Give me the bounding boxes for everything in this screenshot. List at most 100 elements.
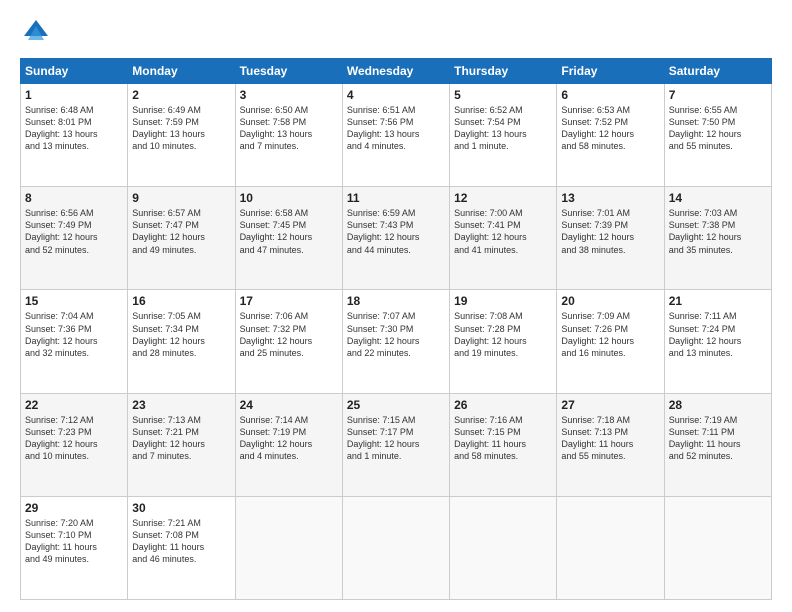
weekday-header-saturday: Saturday <box>664 59 771 84</box>
day-info: Sunrise: 7:03 AM Sunset: 7:38 PM Dayligh… <box>669 207 767 256</box>
day-cell: 11Sunrise: 6:59 AM Sunset: 7:43 PM Dayli… <box>342 187 449 290</box>
day-info: Sunrise: 6:48 AM Sunset: 8:01 PM Dayligh… <box>25 104 123 153</box>
day-info: Sunrise: 6:50 AM Sunset: 7:58 PM Dayligh… <box>240 104 338 153</box>
day-info: Sunrise: 7:18 AM Sunset: 7:13 PM Dayligh… <box>561 414 659 463</box>
day-cell <box>450 496 557 599</box>
week-row-5: 29 Sunrise: 7:20 AM Sunset: 7:10 PM Dayli… <box>21 496 772 599</box>
day-info: Sunrise: 7:08 AM Sunset: 7:28 PM Dayligh… <box>454 310 552 359</box>
day-cell: 24 Sunrise: 7:14 AM Sunset: 7:19 PM Dayli… <box>235 393 342 496</box>
day-cell: 19 Sunrise: 7:08 AM Sunset: 7:28 PM Dayli… <box>450 290 557 393</box>
day-number: 20 <box>561 294 659 308</box>
day-number: 27 <box>561 398 659 412</box>
day-number: 2 <box>132 88 230 102</box>
day-info: Sunrise: 7:07 AM Sunset: 7:30 PM Dayligh… <box>347 310 445 359</box>
logo-icon <box>20 16 52 48</box>
day-number: 29 <box>25 501 123 515</box>
day-info: Sunrise: 6:52 AM Sunset: 7:54 PM Dayligh… <box>454 104 552 153</box>
day-info: Sunrise: 7:15 AM Sunset: 7:17 PM Dayligh… <box>347 414 445 463</box>
day-info: Sunrise: 6:56 AM Sunset: 7:49 PM Dayligh… <box>25 207 123 256</box>
day-number: 14 <box>669 191 767 205</box>
day-cell: 4 Sunrise: 6:51 AM Sunset: 7:56 PM Daylig… <box>342 84 449 187</box>
day-info: Sunrise: 7:09 AM Sunset: 7:26 PM Dayligh… <box>561 310 659 359</box>
logo <box>20 16 58 48</box>
day-cell: 6 Sunrise: 6:53 AM Sunset: 7:52 PM Daylig… <box>557 84 664 187</box>
weekday-header-row: SundayMondayTuesdayWednesdayThursdayFrid… <box>21 59 772 84</box>
day-info: Sunrise: 6:58 AM Sunset: 7:45 PM Dayligh… <box>240 207 338 256</box>
day-cell: 18 Sunrise: 7:07 AM Sunset: 7:30 PM Dayli… <box>342 290 449 393</box>
day-cell: 21 Sunrise: 7:11 AM Sunset: 7:24 PM Dayli… <box>664 290 771 393</box>
day-number: 19 <box>454 294 552 308</box>
day-cell <box>664 496 771 599</box>
day-number: 5 <box>454 88 552 102</box>
day-cell <box>235 496 342 599</box>
day-info: Sunrise: 7:04 AM Sunset: 7:36 PM Dayligh… <box>25 310 123 359</box>
weekday-header-thursday: Thursday <box>450 59 557 84</box>
day-info: Sunrise: 6:55 AM Sunset: 7:50 PM Dayligh… <box>669 104 767 153</box>
day-info: Sunrise: 7:13 AM Sunset: 7:21 PM Dayligh… <box>132 414 230 463</box>
day-cell: 9 Sunrise: 6:57 AM Sunset: 7:47 PM Daylig… <box>128 187 235 290</box>
day-cell: 20 Sunrise: 7:09 AM Sunset: 7:26 PM Dayli… <box>557 290 664 393</box>
day-number: 6 <box>561 88 659 102</box>
day-number: 15 <box>25 294 123 308</box>
day-cell: 5 Sunrise: 6:52 AM Sunset: 7:54 PM Daylig… <box>450 84 557 187</box>
week-row-2: 8Sunrise: 6:56 AM Sunset: 7:49 PM Daylig… <box>21 187 772 290</box>
day-number: 10 <box>240 191 338 205</box>
day-number: 21 <box>669 294 767 308</box>
day-cell: 22 Sunrise: 7:12 AM Sunset: 7:23 PM Dayli… <box>21 393 128 496</box>
day-number: 30 <box>132 501 230 515</box>
day-cell: 23 Sunrise: 7:13 AM Sunset: 7:21 PM Dayli… <box>128 393 235 496</box>
day-info: Sunrise: 7:06 AM Sunset: 7:32 PM Dayligh… <box>240 310 338 359</box>
day-number: 3 <box>240 88 338 102</box>
day-info: Sunrise: 7:16 AM Sunset: 7:15 PM Dayligh… <box>454 414 552 463</box>
day-info: Sunrise: 7:00 AM Sunset: 7:41 PM Dayligh… <box>454 207 552 256</box>
day-cell: 8Sunrise: 6:56 AM Sunset: 7:49 PM Daylig… <box>21 187 128 290</box>
day-cell: 28Sunrise: 7:19 AM Sunset: 7:11 PM Dayli… <box>664 393 771 496</box>
weekday-header-tuesday: Tuesday <box>235 59 342 84</box>
day-number: 16 <box>132 294 230 308</box>
day-cell: 12 Sunrise: 7:00 AM Sunset: 7:41 PM Dayli… <box>450 187 557 290</box>
day-cell <box>557 496 664 599</box>
day-info: Sunrise: 6:53 AM Sunset: 7:52 PM Dayligh… <box>561 104 659 153</box>
day-info: Sunrise: 7:12 AM Sunset: 7:23 PM Dayligh… <box>25 414 123 463</box>
day-cell: 7 Sunrise: 6:55 AM Sunset: 7:50 PM Daylig… <box>664 84 771 187</box>
day-cell: 29 Sunrise: 7:20 AM Sunset: 7:10 PM Dayli… <box>21 496 128 599</box>
page: SundayMondayTuesdayWednesdayThursdayFrid… <box>0 0 792 612</box>
day-cell: 14 Sunrise: 7:03 AM Sunset: 7:38 PM Dayli… <box>664 187 771 290</box>
day-info: Sunrise: 7:14 AM Sunset: 7:19 PM Dayligh… <box>240 414 338 463</box>
day-number: 23 <box>132 398 230 412</box>
day-info: Sunrise: 7:05 AM Sunset: 7:34 PM Dayligh… <box>132 310 230 359</box>
day-info: Sunrise: 6:57 AM Sunset: 7:47 PM Dayligh… <box>132 207 230 256</box>
day-number: 12 <box>454 191 552 205</box>
week-row-1: 1Sunrise: 6:48 AM Sunset: 8:01 PM Daylig… <box>21 84 772 187</box>
day-cell: 17Sunrise: 7:06 AM Sunset: 7:32 PM Dayli… <box>235 290 342 393</box>
weekday-header-friday: Friday <box>557 59 664 84</box>
weekday-header-sunday: Sunday <box>21 59 128 84</box>
day-cell: 16 Sunrise: 7:05 AM Sunset: 7:34 PM Dayli… <box>128 290 235 393</box>
calendar: SundayMondayTuesdayWednesdayThursdayFrid… <box>20 58 772 600</box>
day-cell: 15 Sunrise: 7:04 AM Sunset: 7:36 PM Dayli… <box>21 290 128 393</box>
day-number: 7 <box>669 88 767 102</box>
day-info: Sunrise: 7:11 AM Sunset: 7:24 PM Dayligh… <box>669 310 767 359</box>
day-cell: 1Sunrise: 6:48 AM Sunset: 8:01 PM Daylig… <box>21 84 128 187</box>
day-cell: 3 Sunrise: 6:50 AM Sunset: 7:58 PM Daylig… <box>235 84 342 187</box>
day-cell: 10 Sunrise: 6:58 AM Sunset: 7:45 PM Dayli… <box>235 187 342 290</box>
day-cell: 13Sunrise: 7:01 AM Sunset: 7:39 PM Dayli… <box>557 187 664 290</box>
day-number: 11 <box>347 191 445 205</box>
day-cell <box>342 496 449 599</box>
day-number: 26 <box>454 398 552 412</box>
day-number: 18 <box>347 294 445 308</box>
day-info: Sunrise: 7:20 AM Sunset: 7:10 PM Dayligh… <box>25 517 123 566</box>
day-number: 9 <box>132 191 230 205</box>
day-info: Sunrise: 7:01 AM Sunset: 7:39 PM Dayligh… <box>561 207 659 256</box>
weekday-header-monday: Monday <box>128 59 235 84</box>
week-row-4: 22 Sunrise: 7:12 AM Sunset: 7:23 PM Dayli… <box>21 393 772 496</box>
day-info: Sunrise: 6:51 AM Sunset: 7:56 PM Dayligh… <box>347 104 445 153</box>
day-cell: 26 Sunrise: 7:16 AM Sunset: 7:15 PM Dayli… <box>450 393 557 496</box>
day-cell: 2Sunrise: 6:49 AM Sunset: 7:59 PM Daylig… <box>128 84 235 187</box>
day-number: 28 <box>669 398 767 412</box>
day-number: 4 <box>347 88 445 102</box>
day-info: Sunrise: 7:21 AM Sunset: 7:08 PM Dayligh… <box>132 517 230 566</box>
day-number: 25 <box>347 398 445 412</box>
day-number: 22 <box>25 398 123 412</box>
day-number: 24 <box>240 398 338 412</box>
